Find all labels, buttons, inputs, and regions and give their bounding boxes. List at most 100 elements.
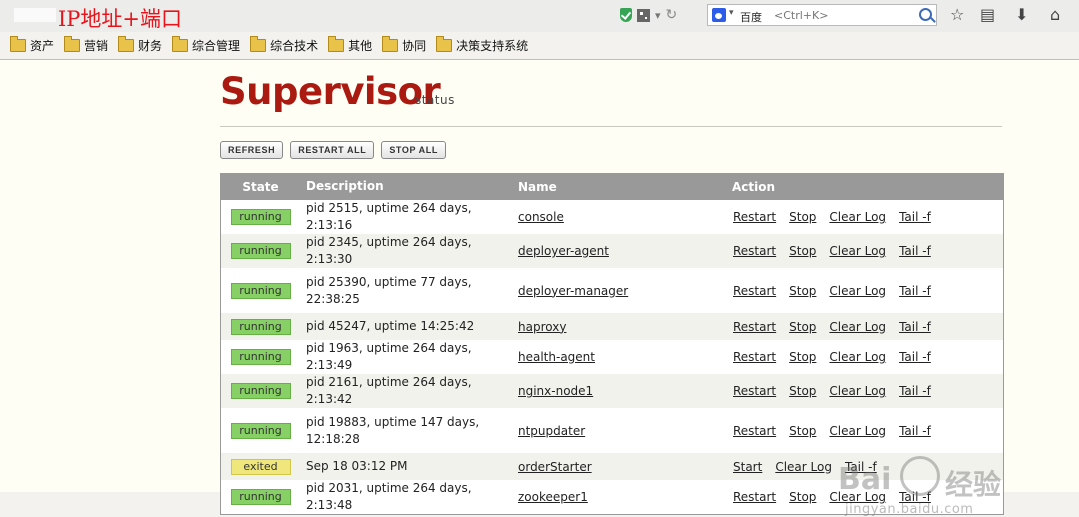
process-name-link[interactable]: console	[516, 210, 564, 224]
action-start-link[interactable]: Start	[733, 460, 762, 474]
star-bookmark-icon[interactable]: ☆	[950, 5, 964, 25]
action-restart-link[interactable]: Restart	[733, 284, 776, 298]
table-header-row: State Description Name Action	[221, 173, 1003, 200]
action-stop-link[interactable]: Stop	[789, 320, 816, 334]
stop-all-button[interactable]: STOP ALL	[381, 141, 446, 159]
action-stop-link[interactable]: Stop	[789, 244, 816, 258]
action-restart-link[interactable]: Restart	[733, 384, 776, 398]
url-bar-obscured[interactable]	[14, 8, 56, 22]
status-badge: exited	[230, 458, 291, 475]
name-cell: deployer-agent	[516, 234, 732, 268]
row-actions: Restart Stop Clear Log Tail -f	[732, 210, 1003, 224]
bookmark-folder[interactable]: 决策支持系统	[434, 34, 530, 56]
dropdown-arrow-icon[interactable]: ▾	[655, 9, 661, 22]
action-clear-log-link[interactable]: Clear Log	[829, 350, 886, 364]
qr-code-icon[interactable]	[637, 8, 650, 22]
action-clear-log-link[interactable]: Clear Log	[829, 384, 886, 398]
process-name-link[interactable]: haproxy	[516, 320, 566, 334]
restart-all-button[interactable]: RESTART ALL	[290, 141, 375, 159]
action-stop-link[interactable]: Stop	[789, 210, 816, 224]
global-actions: REFRESH RESTART ALL STOP ALL	[220, 141, 446, 159]
engine-dropdown-icon[interactable]: ▾	[729, 8, 734, 18]
bookmark-label: 财务	[138, 38, 163, 53]
action-clear-log-link[interactable]: Clear Log	[829, 210, 886, 224]
action-stop-link[interactable]: Stop	[789, 284, 816, 298]
name-cell: orderStarter	[516, 453, 732, 480]
bookmark-folder[interactable]: 其他	[326, 34, 374, 56]
shield-icon[interactable]	[620, 8, 632, 22]
folder-icon	[250, 35, 267, 52]
search-placeholder: <Ctrl+K>	[774, 9, 829, 22]
process-name-link[interactable]: deployer-agent	[516, 244, 609, 258]
action-clear-log-link[interactable]: Clear Log	[829, 284, 886, 298]
action-tail-f-link[interactable]: Tail -f	[899, 210, 931, 224]
table-row: running pid 45247, uptime 14:25:42 haproxy…	[221, 313, 1003, 340]
name-cell: deployer-manager	[516, 268, 732, 313]
process-name-link[interactable]: deployer-manager	[516, 284, 628, 298]
action-tail-f-link[interactable]: Tail -f	[899, 244, 931, 258]
bookmark-folder[interactable]: 资产	[8, 34, 56, 56]
bookmark-folder[interactable]: 营销	[62, 34, 110, 56]
process-name-link[interactable]: ntpupdater	[516, 424, 585, 438]
bookmark-label: 资产	[30, 38, 55, 53]
table-row: running pid 2345, uptime 264 days, 2:13:3…	[221, 234, 1003, 268]
bookmark-folder[interactable]: 协同	[380, 34, 428, 56]
description-text: pid 1963, uptime 264 days, 2:13:49	[306, 341, 472, 372]
refresh-button[interactable]: REFRESH	[220, 141, 284, 159]
action-stop-link[interactable]: Stop	[789, 424, 816, 438]
process-name-link[interactable]: health-agent	[516, 350, 595, 364]
folder-icon	[436, 35, 453, 52]
status-badge: running	[230, 318, 291, 335]
status-badge: running	[230, 489, 291, 505]
download-icon[interactable]: ⬇	[1015, 5, 1028, 25]
folder-icon	[118, 35, 135, 52]
watermark-brand-cn: 经验	[945, 468, 1002, 501]
action-restart-link[interactable]: Restart	[733, 320, 776, 334]
action-restart-link[interactable]: Restart	[733, 490, 776, 504]
process-name-link[interactable]: zookeeper1	[516, 490, 588, 504]
action-restart-link[interactable]: Restart	[733, 210, 776, 224]
row-actions: Restart Stop Clear Log Tail -f	[732, 424, 1003, 438]
description-text: pid 2031, uptime 264 days, 2:13:48	[306, 481, 472, 512]
search-icon[interactable]	[919, 8, 932, 21]
bookmark-folder[interactable]: 综合管理	[170, 34, 242, 56]
state-cell: running	[221, 340, 300, 374]
description-text: pid 2515, uptime 264 days, 2:13:16	[306, 201, 472, 232]
action-tail-f-link[interactable]: Tail -f	[899, 384, 931, 398]
action-stop-link[interactable]: Stop	[789, 350, 816, 364]
search-box[interactable]: ▾ 百度 <Ctrl+K>	[707, 4, 937, 26]
description-text: pid 2161, uptime 264 days, 2:13:42	[306, 375, 472, 406]
action-clear-log-link[interactable]: Clear Log	[829, 244, 886, 258]
action-stop-link[interactable]: Stop	[789, 490, 816, 504]
action-restart-link[interactable]: Restart	[733, 424, 776, 438]
action-clear-log-link[interactable]: Clear Log	[829, 424, 886, 438]
home-icon[interactable]: ⌂	[1050, 5, 1060, 25]
name-cell: ntpupdater	[516, 408, 732, 453]
action-stop-link[interactable]: Stop	[789, 384, 816, 398]
description-text: pid 45247, uptime 14:25:42	[306, 319, 475, 333]
action-restart-link[interactable]: Restart	[733, 244, 776, 258]
reading-list-icon[interactable]: ▤	[980, 5, 995, 25]
actions-cell: Restart Stop Clear Log Tail -f	[732, 234, 1003, 268]
bookmark-folder[interactable]: 财务	[116, 34, 164, 56]
action-restart-link[interactable]: Restart	[733, 350, 776, 364]
action-tail-f-link[interactable]: Tail -f	[899, 424, 931, 438]
process-name-link[interactable]: orderStarter	[516, 460, 592, 474]
bookmark-folder[interactable]: 综合技术	[248, 34, 320, 56]
action-tail-f-link[interactable]: Tail -f	[899, 284, 931, 298]
url-bar-icons: ▾ ↻	[620, 6, 677, 24]
action-clear-log-link[interactable]: Clear Log	[775, 460, 832, 474]
action-clear-log-link[interactable]: Clear Log	[829, 320, 886, 334]
description-header-label: Description	[306, 179, 384, 193]
reload-icon[interactable]: ↻	[666, 7, 678, 23]
row-actions: Restart Stop Clear Log Tail -f	[732, 350, 1003, 364]
baidu-paw-icon[interactable]	[712, 8, 726, 22]
table-row: running pid 2161, uptime 264 days, 2:13:4…	[221, 374, 1003, 408]
state-header: State	[221, 173, 300, 200]
name-cell: nginx-node1	[516, 374, 732, 408]
state-cell: running	[221, 200, 300, 234]
process-name-link[interactable]: nginx-node1	[516, 384, 593, 398]
description-cell: pid 2031, uptime 264 days, 2:13:48	[300, 480, 516, 514]
action-tail-f-link[interactable]: Tail -f	[899, 350, 931, 364]
action-tail-f-link[interactable]: Tail -f	[899, 320, 931, 334]
